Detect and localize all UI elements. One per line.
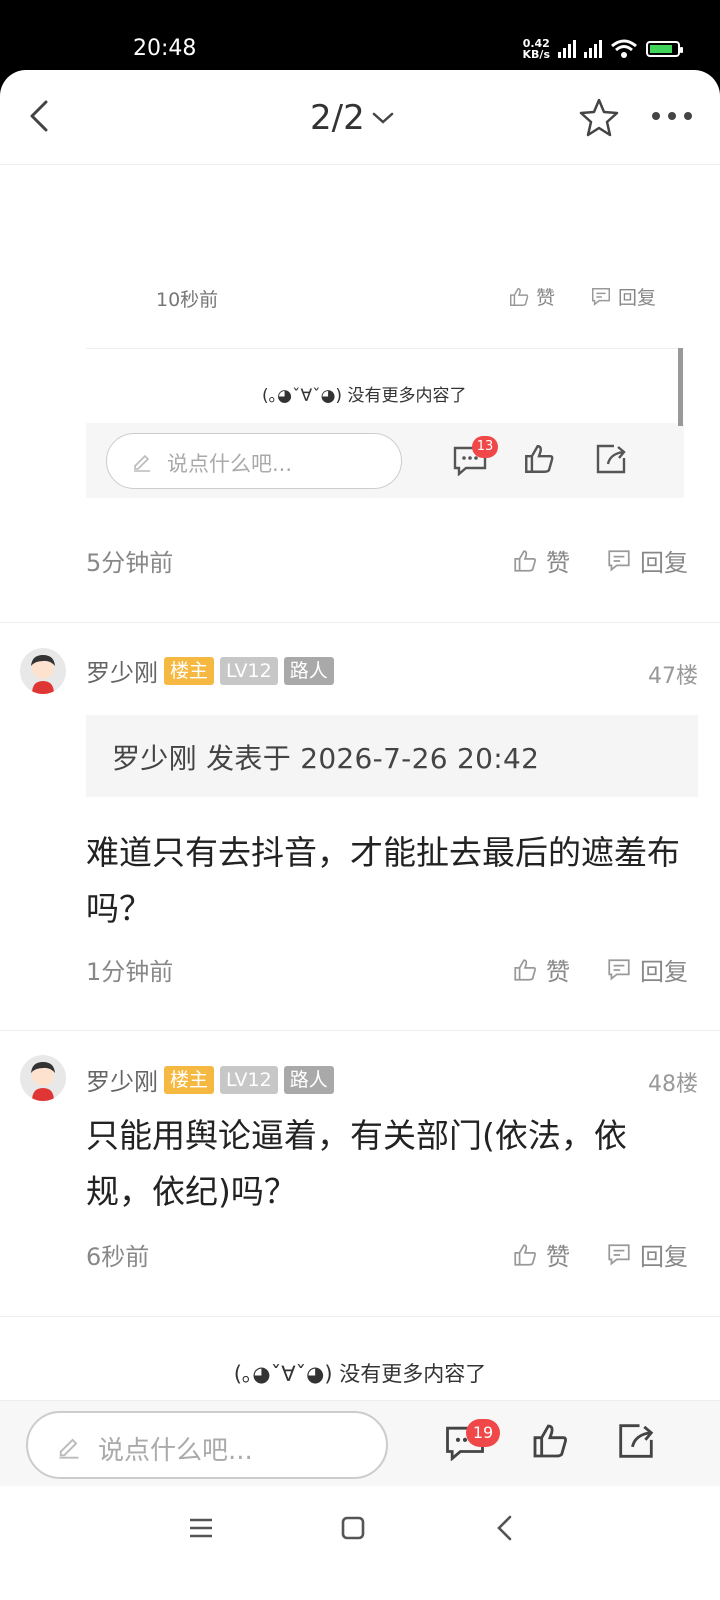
reply-button[interactable]: 回复 — [606, 952, 688, 987]
like-button[interactable]: 赞 — [512, 1237, 570, 1272]
star-icon[interactable] — [578, 96, 620, 138]
quote-text: 罗少刚 发表于 2026-7-26 20:42 — [112, 742, 540, 775]
end-of-content: (｡◕ˇ∀ˇ◕) 没有更多内容了 — [233, 1362, 487, 1386]
comment-content: 只能用舆论逼着，有关部门(依法，依规，依纪)吗？ — [86, 1116, 627, 1211]
thumbs-up-icon[interactable] — [530, 1421, 570, 1461]
preview-comment-input[interactable]: 说点什么吧... — [106, 433, 402, 489]
menu-icon[interactable] — [188, 1516, 214, 1540]
bottom-action-bar: 说点什么吧... 19 — [0, 1400, 720, 1487]
thumbs-up-icon — [510, 287, 529, 306]
system-nav-bar — [0, 1486, 720, 1600]
comment-count-badge: 19 — [466, 1419, 500, 1447]
floor-number: 48楼 — [648, 1072, 698, 1097]
reply-button[interactable]: 回复 — [606, 1237, 688, 1272]
app-screen: 2/2 10秒前 赞 回复 (｡◕ˇ∀ˇ◕) 没有更多内容了 说点什么吧... — [0, 70, 720, 1600]
home-icon[interactable] — [340, 1515, 366, 1541]
preview-time: 10秒前 — [156, 289, 219, 311]
reply-icon — [592, 287, 610, 306]
divider — [0, 1316, 720, 1317]
battery-icon — [646, 41, 683, 57]
thumbs-up-icon — [514, 549, 536, 572]
chevron-down-icon — [372, 112, 393, 124]
host-badge: 楼主 — [164, 1065, 215, 1094]
divider — [0, 622, 720, 623]
level-badge: LV12 — [220, 656, 278, 685]
reply-icon — [608, 958, 630, 980]
like-button[interactable]: 赞 — [512, 952, 570, 987]
like-button[interactable]: 赞 — [512, 543, 570, 578]
status-time: 20:48 — [133, 36, 197, 61]
comment-author: 罗少刚 楼主 LV12 路人 — [86, 1062, 334, 1097]
back-nav-icon[interactable] — [494, 1514, 514, 1542]
thumbs-up-icon — [514, 1243, 536, 1266]
reply-button[interactable]: 回复 — [606, 543, 688, 578]
quote-block: 罗少刚 发表于 2026-7-26 20:42 — [86, 715, 698, 797]
divider — [0, 1030, 720, 1031]
floor-number: 47楼 — [648, 664, 698, 689]
username[interactable]: 罗少刚 — [86, 653, 158, 688]
role-badge: 路人 — [283, 656, 334, 685]
status-bar: 20:48 0.42 KB/s — [0, 0, 720, 72]
preview-like-button[interactable]: 赞 — [508, 283, 555, 310]
preview-comment-count-badge: 13 — [472, 436, 498, 458]
avatar[interactable] — [20, 1055, 66, 1101]
role-badge: 路人 — [283, 1065, 334, 1094]
network-speed: 0.42 KB/s — [522, 37, 550, 61]
comment-input[interactable]: 说点什么吧... — [26, 1411, 388, 1479]
preview-end-text: (｡◕ˇ∀ˇ◕) 没有更多内容了 — [262, 386, 467, 406]
page-indicator: 2/2 — [310, 98, 365, 138]
signal-icon-2 — [584, 40, 602, 58]
share-icon[interactable] — [616, 1421, 656, 1461]
pencil-icon — [134, 454, 150, 472]
level-badge: LV12 — [220, 1065, 278, 1094]
comment-time: 5分钟前 — [86, 549, 174, 577]
comment-content: 难道只有去抖音，才能扯去最后的遮羞布吗？ — [86, 833, 680, 928]
more-icon[interactable] — [652, 112, 692, 120]
reply-icon — [608, 549, 630, 571]
share-icon[interactable] — [594, 442, 628, 476]
top-bar: 2/2 — [0, 70, 720, 165]
back-icon[interactable] — [20, 96, 60, 136]
preview-scrollbar[interactable] — [678, 348, 683, 426]
page-selector[interactable]: 2/2 — [310, 98, 395, 138]
wifi-icon — [611, 39, 637, 58]
reply-icon — [608, 1243, 630, 1265]
avatar[interactable] — [20, 648, 66, 694]
thumbs-up-icon[interactable] — [522, 442, 556, 476]
comment-time: 1分钟前 — [86, 958, 174, 986]
pencil-icon — [59, 1438, 79, 1459]
preview-panel: (｡◕ˇ∀ˇ◕) 没有更多内容了 说点什么吧... 13 — [86, 348, 684, 498]
status-icons: 0.42 KB/s — [522, 37, 683, 61]
comment-author: 罗少刚 楼主 LV12 路人 — [86, 653, 334, 688]
signal-icon — [558, 40, 576, 58]
username[interactable]: 罗少刚 — [86, 1062, 158, 1097]
preview-reply-button[interactable]: 回复 — [590, 283, 656, 310]
thumbs-up-icon — [514, 958, 536, 981]
comment-time: 6秒前 — [86, 1243, 150, 1271]
host-badge: 楼主 — [164, 656, 215, 685]
